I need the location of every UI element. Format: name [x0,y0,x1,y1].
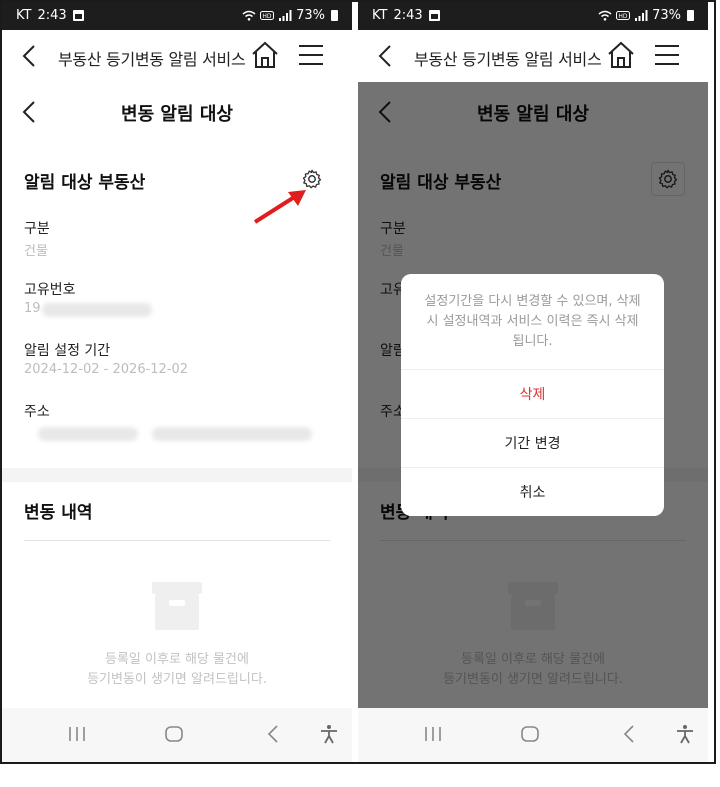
changes-section-title: 변동 내역 [24,503,93,523]
hamburger-menu-icon[interactable] [654,44,680,66]
home-icon[interactable] [606,41,636,69]
wifi-icon [598,10,612,21]
gallery-icon [428,10,440,21]
redacted-address-1 [38,427,138,441]
carrier-right: KT [372,8,388,23]
app-title-right: 부동산 등기변동 알림 서비스 [414,50,602,69]
property-section-title: 알림 대상 부동산 [24,173,146,193]
svg-text:HD: HD [619,13,629,20]
system-nav-bar [2,708,352,762]
delete-button[interactable]: 삭제 [401,369,664,418]
empty-box-icon [152,582,202,630]
field-label-address: 주소 [24,404,50,420]
recent-apps-icon[interactable] [423,724,443,744]
empty-message-line2: 등기변동이 생기면 알려드립니다. [87,672,267,687]
section-divider [2,468,352,482]
red-annotation-arrow [253,190,306,224]
battery-level-right: 73% [652,8,681,23]
home-nav-icon[interactable] [164,724,184,744]
change-period-button[interactable]: 기간 변경 [401,418,664,467]
app-header-right: 부동산 등기변동 알림 서비스 [358,30,708,82]
recent-apps-icon[interactable] [67,724,87,744]
status-bar: KT 2:43 HD 73% [2,2,352,30]
app-title: 부동산 등기변동 알림 서비스 [58,50,246,69]
field-label-type: 구분 [24,221,50,237]
status-bar-right: KT 2:43 HD 73% [358,2,708,30]
signal-icon [635,10,648,21]
field-label-id: 고유번호 [24,282,76,298]
battery-icon [331,10,338,21]
back-arrow-icon[interactable] [22,44,36,68]
field-value-period: 2024-12-02 - 2026-12-02 [24,362,189,377]
app-header: 부동산 등기변동 알림 서비스 [2,30,352,82]
volte-icon: HD [260,11,275,20]
changes-divider [24,540,330,541]
battery-level: 73% [296,8,325,23]
accessibility-icon[interactable] [319,724,339,744]
carrier: KT [16,8,32,23]
hamburger-menu-icon[interactable] [298,44,324,66]
empty-message: 등록일 이후로 해당 물건에 등기변동이 생기면 알려드립니다. [2,650,352,690]
time: 2:43 [37,8,67,23]
page-content: 변동 알림 대상 알림 대상 부동산 구분 건물 고유번호 19 알림 설정 기… [2,82,352,708]
svg-text:HD: HD [263,13,273,20]
wifi-icon [242,10,256,21]
phone-left: KT 2:43 HD 73% 부동산 등기변동 알림 서비스 변동 알림 대상 … [2,2,352,762]
redacted-id [42,303,152,317]
time-right: 2:43 [393,8,423,23]
empty-message-line1: 등록일 이후로 해당 물건에 [105,652,249,667]
redacted-address-2 [152,427,312,441]
back-nav-icon[interactable] [622,724,636,744]
page-title: 변동 알림 대상 [121,104,233,125]
cancel-button[interactable]: 취소 [401,467,664,516]
back-nav-icon[interactable] [266,724,280,744]
action-dialog: 설정기간을 다시 변경할 수 있으며, 삭제 시 설정내역과 서비스 이력은 즉… [401,274,664,516]
accessibility-icon[interactable] [675,724,695,744]
dialog-message: 설정기간을 다시 변경할 수 있으며, 삭제 시 설정내역과 서비스 이력은 즉… [424,294,641,349]
system-nav-bar-right [358,708,708,762]
home-nav-icon[interactable] [520,724,540,744]
field-label-period: 알림 설정 기간 [24,343,111,359]
gallery-icon [72,10,84,21]
page-header: 변동 알림 대상 [2,82,352,142]
home-icon[interactable] [250,41,280,69]
field-value-type: 건물 [24,244,48,259]
back-arrow-icon[interactable] [378,44,392,68]
battery-icon [687,10,694,21]
signal-icon [279,10,292,21]
phone-right: KT 2:43 HD 73% 부동산 등기변동 알림 서비스 변동 알림 대상 … [358,2,708,762]
volte-icon: HD [616,11,631,20]
field-value-id: 19 [24,301,41,316]
